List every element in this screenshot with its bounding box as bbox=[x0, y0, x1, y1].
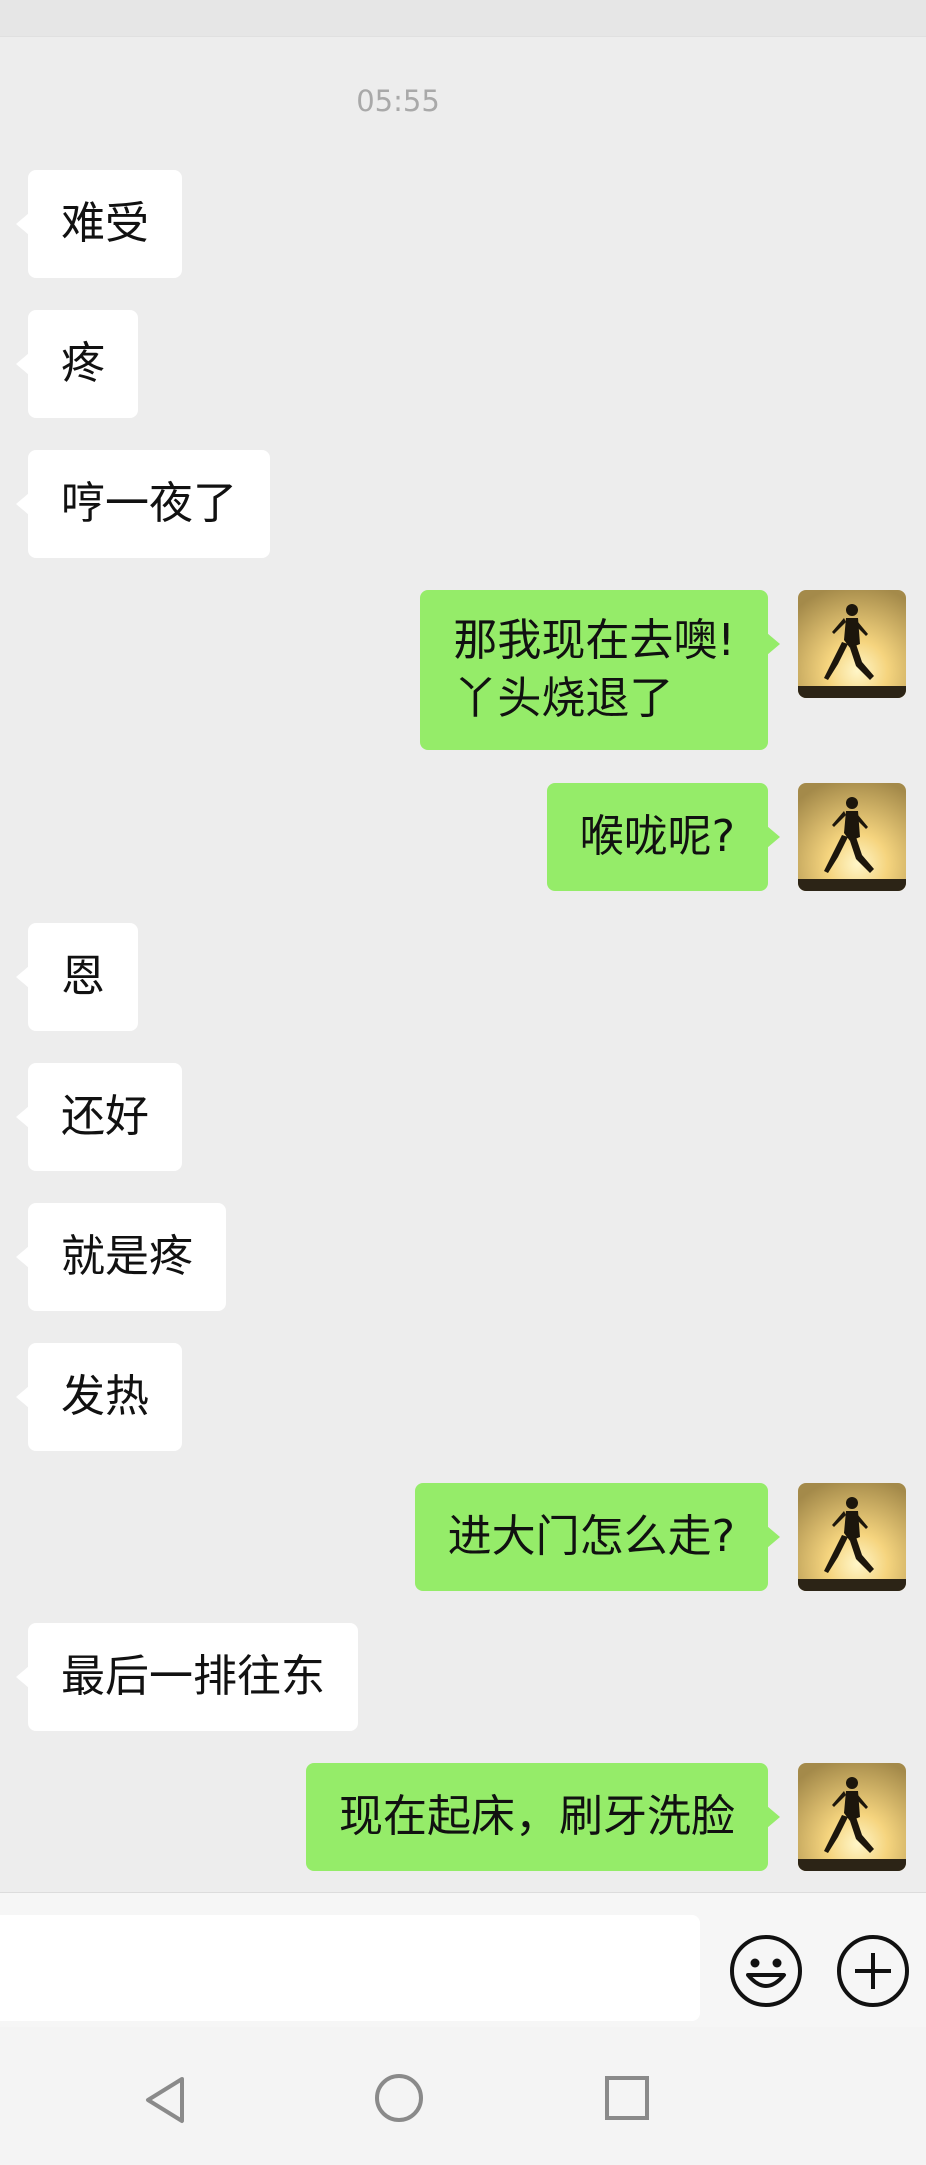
square-recent-icon bbox=[605, 2076, 649, 2120]
input-bar bbox=[0, 1892, 926, 2028]
message-bubble[interactable]: 还好 bbox=[16, 1063, 182, 1171]
triangle-back-icon bbox=[146, 2077, 184, 2123]
plus-icon bbox=[837, 1935, 909, 2007]
message-outgoing[interactable]: 进大门怎么走? bbox=[414, 1483, 781, 1591]
system-nav-bar bbox=[0, 2027, 926, 2165]
message-outgoing[interactable]: 现在起床，刷牙洗脸 bbox=[306, 1763, 780, 1871]
avatar[interactable] bbox=[798, 590, 906, 698]
runner-silhouette-icon bbox=[798, 1763, 906, 1871]
message-bubble[interactable]: 那我现在去噢! 丫头烧退了 bbox=[420, 590, 780, 750]
runner-silhouette-icon bbox=[798, 590, 906, 698]
message-bubble[interactable]: 难受 bbox=[16, 170, 182, 278]
avatar[interactable] bbox=[798, 1763, 906, 1871]
message-outgoing[interactable]: 那我现在去噢! 丫头烧退了 bbox=[420, 590, 780, 750]
message-incoming[interactable]: 最后一排往东 bbox=[16, 1623, 358, 1731]
message-bubble[interactable]: 喉咙呢? bbox=[546, 783, 781, 891]
recents-button[interactable] bbox=[604, 2075, 650, 2125]
message-incoming[interactable]: 还好 bbox=[16, 1063, 182, 1171]
message-outgoing[interactable]: 喉咙呢? bbox=[546, 783, 781, 891]
avatar[interactable] bbox=[798, 1483, 906, 1591]
message-incoming[interactable]: 就是疼 bbox=[16, 1203, 226, 1311]
message-incoming[interactable]: 发热 bbox=[16, 1343, 182, 1451]
home-button[interactable] bbox=[374, 2073, 424, 2127]
message-bubble[interactable]: 哼一夜了 bbox=[16, 450, 270, 558]
emoji-button[interactable] bbox=[728, 1933, 804, 2013]
chat-history[interactable]: 05:55 难受 疼 哼一夜了 那我现在去噢! 丫头烧退了 喉咙呢? 恩 还好 … bbox=[0, 0, 926, 1892]
avatar[interactable] bbox=[798, 783, 906, 891]
message-input[interactable] bbox=[0, 1915, 700, 2021]
more-button[interactable] bbox=[835, 1933, 911, 2013]
message-bubble[interactable]: 恩 bbox=[16, 923, 138, 1031]
back-button[interactable] bbox=[142, 2075, 188, 2129]
circle-home-icon bbox=[375, 2074, 423, 2122]
message-bubble[interactable]: 最后一排往东 bbox=[16, 1623, 358, 1731]
message-bubble[interactable]: 就是疼 bbox=[16, 1203, 226, 1311]
message-bubble[interactable]: 发热 bbox=[16, 1343, 182, 1451]
runner-silhouette-icon bbox=[798, 1483, 906, 1591]
message-bubble[interactable]: 进大门怎么走? bbox=[414, 1483, 781, 1591]
message-incoming[interactable]: 哼一夜了 bbox=[16, 450, 270, 558]
message-incoming[interactable]: 疼 bbox=[16, 310, 138, 418]
message-incoming[interactable]: 恩 bbox=[16, 923, 138, 1031]
emoji-icon bbox=[730, 1935, 802, 2007]
message-bubble[interactable]: 疼 bbox=[16, 310, 138, 418]
runner-silhouette-icon bbox=[798, 783, 906, 891]
message-bubble[interactable]: 现在起床，刷牙洗脸 bbox=[306, 1763, 780, 1871]
message-incoming[interactable]: 难受 bbox=[16, 170, 182, 278]
message-timestamp: 05:55 bbox=[356, 84, 440, 118]
